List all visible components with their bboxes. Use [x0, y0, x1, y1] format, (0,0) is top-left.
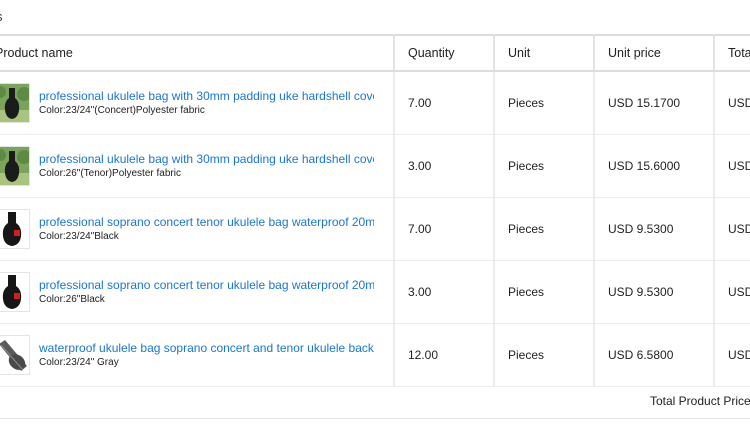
unit-price-cell: USD 6.5800 [594, 323, 715, 387]
table-row: waterproof ukulele bag soprano concert a… [0, 323, 750, 387]
product-title-link[interactable]: professional ukulele bag with 30mm paddi… [39, 151, 374, 167]
total-cell: USD 7 [714, 323, 750, 387]
unit-cell: Pieces [494, 134, 595, 198]
product-cell: professional soprano concert tenor ukule… [0, 260, 395, 324]
table-header-row: Product name Quantity Unit Unit price To… [0, 34, 750, 72]
total-summary-row: Total Product Price [0, 384, 750, 419]
product-cell: professional ukulele bag with 30mm paddi… [0, 134, 395, 198]
black-case-icon [0, 210, 29, 248]
table-row: professional soprano concert tenor ukule… [0, 260, 750, 324]
product-variant: Color:23/24"Black [39, 231, 119, 242]
gray-gig-bag-icon [0, 336, 29, 374]
total-cell: USD 6 [714, 197, 750, 261]
total-cell: USD 2 [714, 260, 750, 324]
product-thumbnail[interactable] [0, 209, 30, 249]
total-cell: USD 1 [714, 71, 750, 135]
table-row: professional ukulele bag with 30mm paddi… [0, 134, 750, 198]
black-case-icon [0, 273, 29, 311]
column-header-quantity: Quantity [394, 34, 495, 72]
total-cell: USD 4 [714, 134, 750, 198]
product-thumbnail[interactable] [0, 83, 30, 123]
product-title-link[interactable]: waterproof ukulele bag soprano concert a… [39, 340, 374, 356]
quantity-cell: 7.00 [394, 197, 495, 261]
quantity-cell: 7.00 [394, 71, 495, 135]
quantity-cell: 12.00 [394, 323, 495, 387]
unit-cell: Pieces [494, 197, 595, 261]
product-thumbnail[interactable] [0, 335, 30, 375]
unit-price-cell: USD 9.5300 [594, 260, 715, 324]
product-cell: waterproof ukulele bag soprano concert a… [0, 323, 395, 387]
order-table-wrapper: Product name Quantity Unit Unit price To… [0, 34, 750, 387]
order-items-table: Product name Quantity Unit Unit price To… [0, 34, 750, 387]
unit-cell: Pieces [494, 71, 595, 135]
product-variant: Color:23/24"(Concert)Polyester fabric [39, 105, 205, 116]
column-header-product-name: Product name [0, 34, 395, 72]
green-ukulele-bag-icon [0, 147, 29, 185]
product-variant: Color:26"Black [39, 294, 105, 305]
quantity-cell: 3.00 [394, 134, 495, 198]
column-header-unit: Unit [494, 34, 595, 72]
unit-price-cell: USD 15.6000 [594, 134, 715, 198]
unit-price-cell: USD 9.5300 [594, 197, 715, 261]
unit-cell: Pieces [494, 323, 595, 387]
green-ukulele-bag-icon [0, 84, 29, 122]
product-title-link[interactable]: professional soprano concert tenor ukule… [39, 214, 374, 230]
table-row: professional soprano concert tenor ukule… [0, 197, 750, 261]
product-cell: professional soprano concert tenor ukule… [0, 197, 395, 261]
section-title: s [0, 9, 3, 24]
total-product-price-label: Total Product Price [650, 394, 750, 408]
table-row: professional ukulele bag with 30mm paddi… [0, 71, 750, 135]
column-header-unit-price: Unit price [594, 34, 715, 72]
product-thumbnail[interactable] [0, 146, 30, 186]
product-title-link[interactable]: professional soprano concert tenor ukule… [39, 277, 374, 293]
unit-cell: Pieces [494, 260, 595, 324]
product-title-link[interactable]: professional ukulele bag with 30mm paddi… [39, 88, 374, 104]
product-thumbnail[interactable] [0, 272, 30, 312]
product-variant: Color:23/24" Gray [39, 357, 119, 368]
product-variant: Color:26"(Tenor)Polyester fabric [39, 168, 181, 179]
unit-price-cell: USD 15.1700 [594, 71, 715, 135]
column-header-total: Total [714, 34, 750, 72]
quantity-cell: 3.00 [394, 260, 495, 324]
product-cell: professional ukulele bag with 30mm paddi… [0, 71, 395, 135]
